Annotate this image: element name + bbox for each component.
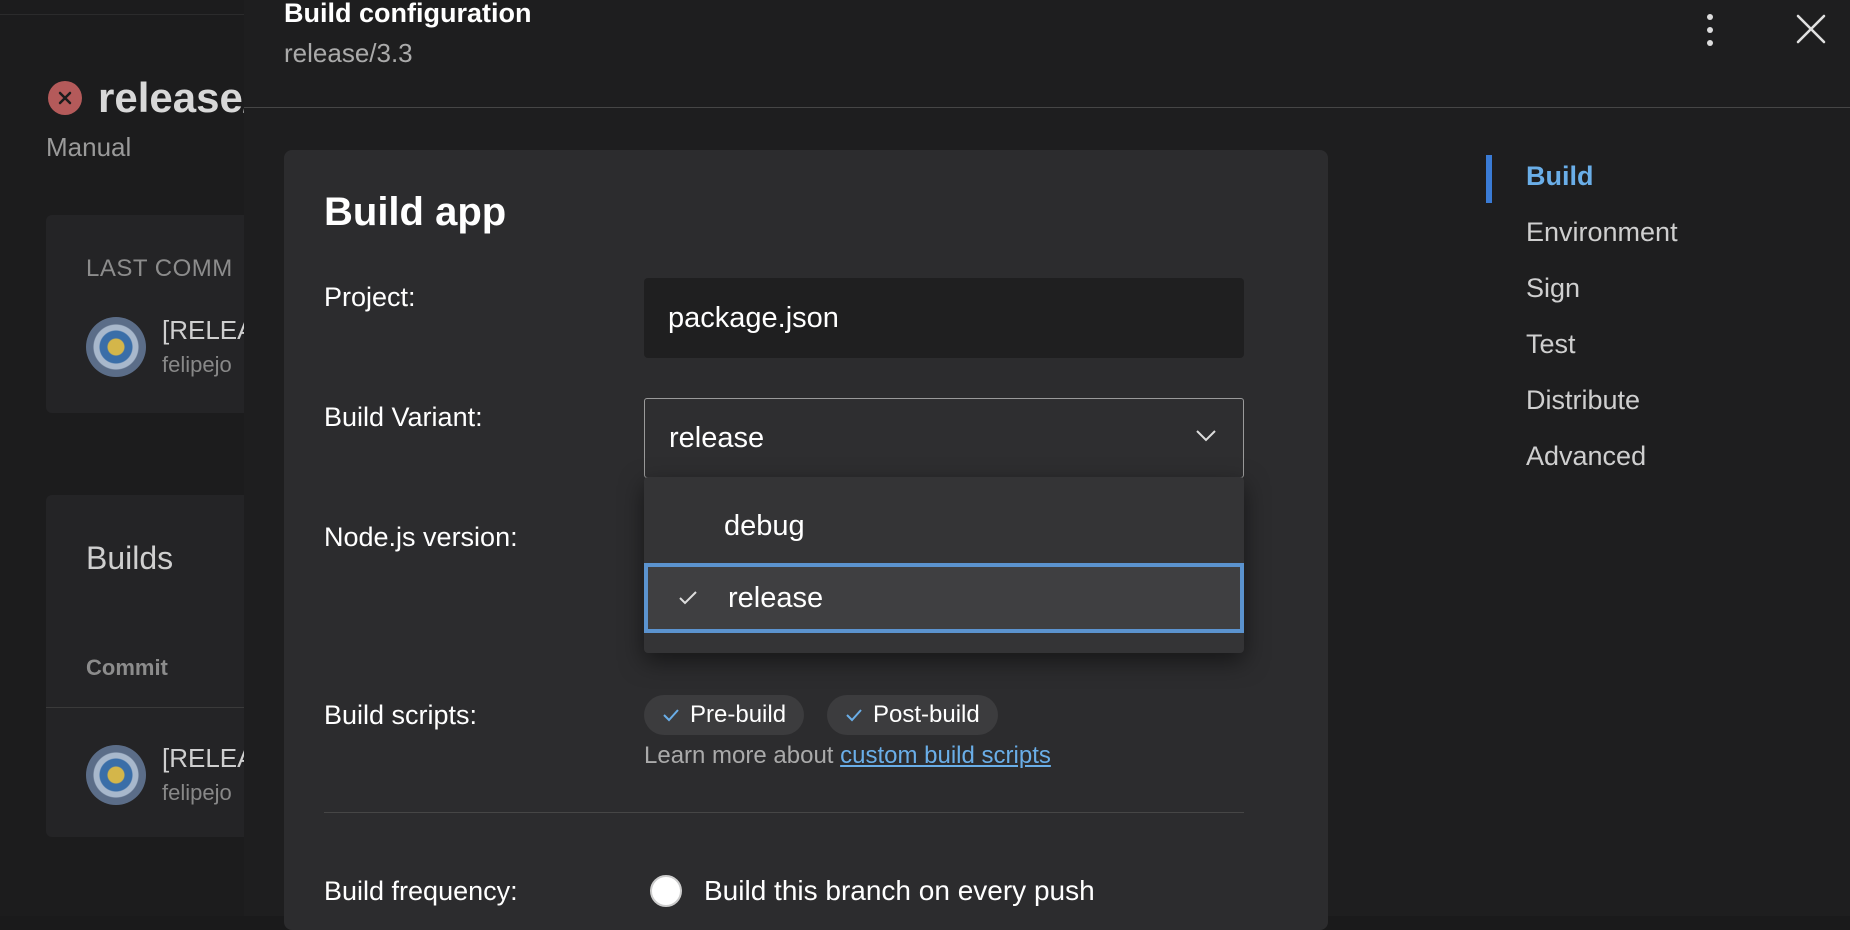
commit-title: [RELEA — [162, 315, 255, 345]
project-label: Project: — [324, 282, 416, 312]
commit-column-header: Commit — [86, 655, 168, 680]
option-label: debug — [724, 509, 805, 542]
pre-build-chip[interactable]: Pre-build — [644, 695, 805, 735]
check-icon — [648, 590, 728, 606]
nav-item-distribute[interactable]: Distribute — [1526, 385, 1640, 416]
nav-item-test[interactable]: Test — [1526, 329, 1576, 360]
build-frequency-label: Build frequency: — [324, 876, 518, 906]
card-title: Build app — [324, 190, 507, 234]
last-commit[interactable]: [RELEA felipejo — [86, 315, 255, 378]
avatar — [86, 316, 146, 377]
option-release[interactable]: release — [644, 563, 1244, 633]
nav-item-environment[interactable]: Environment — [1526, 217, 1678, 248]
last-commit-card: LAST COMM [RELEA felipejo — [46, 215, 266, 413]
build-variant-label: Build Variant: — [324, 402, 483, 432]
panel-subtitle: release/3.3 — [284, 38, 413, 68]
chevron-down-icon — [1196, 430, 1216, 442]
active-indicator — [1486, 155, 1492, 203]
option-debug[interactable]: debug — [644, 491, 1244, 561]
builds-card: Builds Commit [RELEA felipejo — [46, 495, 266, 837]
branch-title: release/ — [98, 74, 255, 121]
option-label: release — [728, 581, 824, 614]
project-value: package.json — [668, 301, 839, 334]
build-variant-value: release — [669, 421, 765, 454]
more-options-icon[interactable] — [1700, 10, 1720, 50]
build-configuration-panel: Build configuration release/3.3 Build ap… — [244, 0, 1850, 930]
custom-build-scripts-link[interactable]: custom build scripts — [840, 742, 1051, 769]
last-commit-label: LAST COMM — [86, 255, 233, 282]
commit-author: felipejo — [162, 352, 232, 377]
build-scripts-label: Build scripts: — [324, 700, 478, 730]
post-build-chip[interactable]: Post-build — [827, 695, 998, 735]
close-icon[interactable] — [1792, 10, 1830, 48]
project-field[interactable]: package.json — [644, 278, 1244, 358]
nav-item-sign[interactable]: Sign — [1526, 273, 1580, 304]
learn-more-prefix: Learn more about — [644, 742, 841, 769]
builds-title: Builds — [86, 540, 174, 576]
check-icon — [663, 709, 679, 722]
error-icon — [48, 81, 82, 115]
build-variant-dropdown: debug release — [644, 477, 1244, 653]
node-version-label: Node.js version: — [324, 522, 518, 552]
commit-author: felipejo — [162, 780, 232, 805]
top-divider — [0, 14, 244, 15]
panel-title: Build configuration — [284, 0, 532, 28]
commit-title: [RELEA — [162, 743, 255, 773]
avatar — [86, 744, 146, 805]
build-every-push-radio[interactable] — [650, 875, 682, 907]
learn-more-text: Learn more about custom build scripts — [644, 742, 1051, 770]
panel-header: Build configuration release/3.3 — [244, 0, 1850, 108]
divider — [324, 812, 1244, 813]
build-app-card: Build app Project: package.json Build Va… — [284, 150, 1328, 930]
nav-item-build[interactable]: Build — [1526, 161, 1594, 192]
branch-trigger: Manual — [46, 132, 132, 162]
table-row[interactable]: [RELEA felipejo — [86, 743, 255, 806]
chip-label: Pre-build — [690, 701, 787, 728]
branch-title-row: release/ — [48, 74, 254, 122]
table-divider — [46, 707, 266, 708]
check-icon — [846, 709, 862, 722]
chip-label: Post-build — [873, 701, 980, 728]
build-every-push-label: Build this branch on every push — [704, 875, 1095, 906]
build-variant-select[interactable]: release — [644, 398, 1244, 478]
nav-item-advanced[interactable]: Advanced — [1526, 441, 1646, 472]
